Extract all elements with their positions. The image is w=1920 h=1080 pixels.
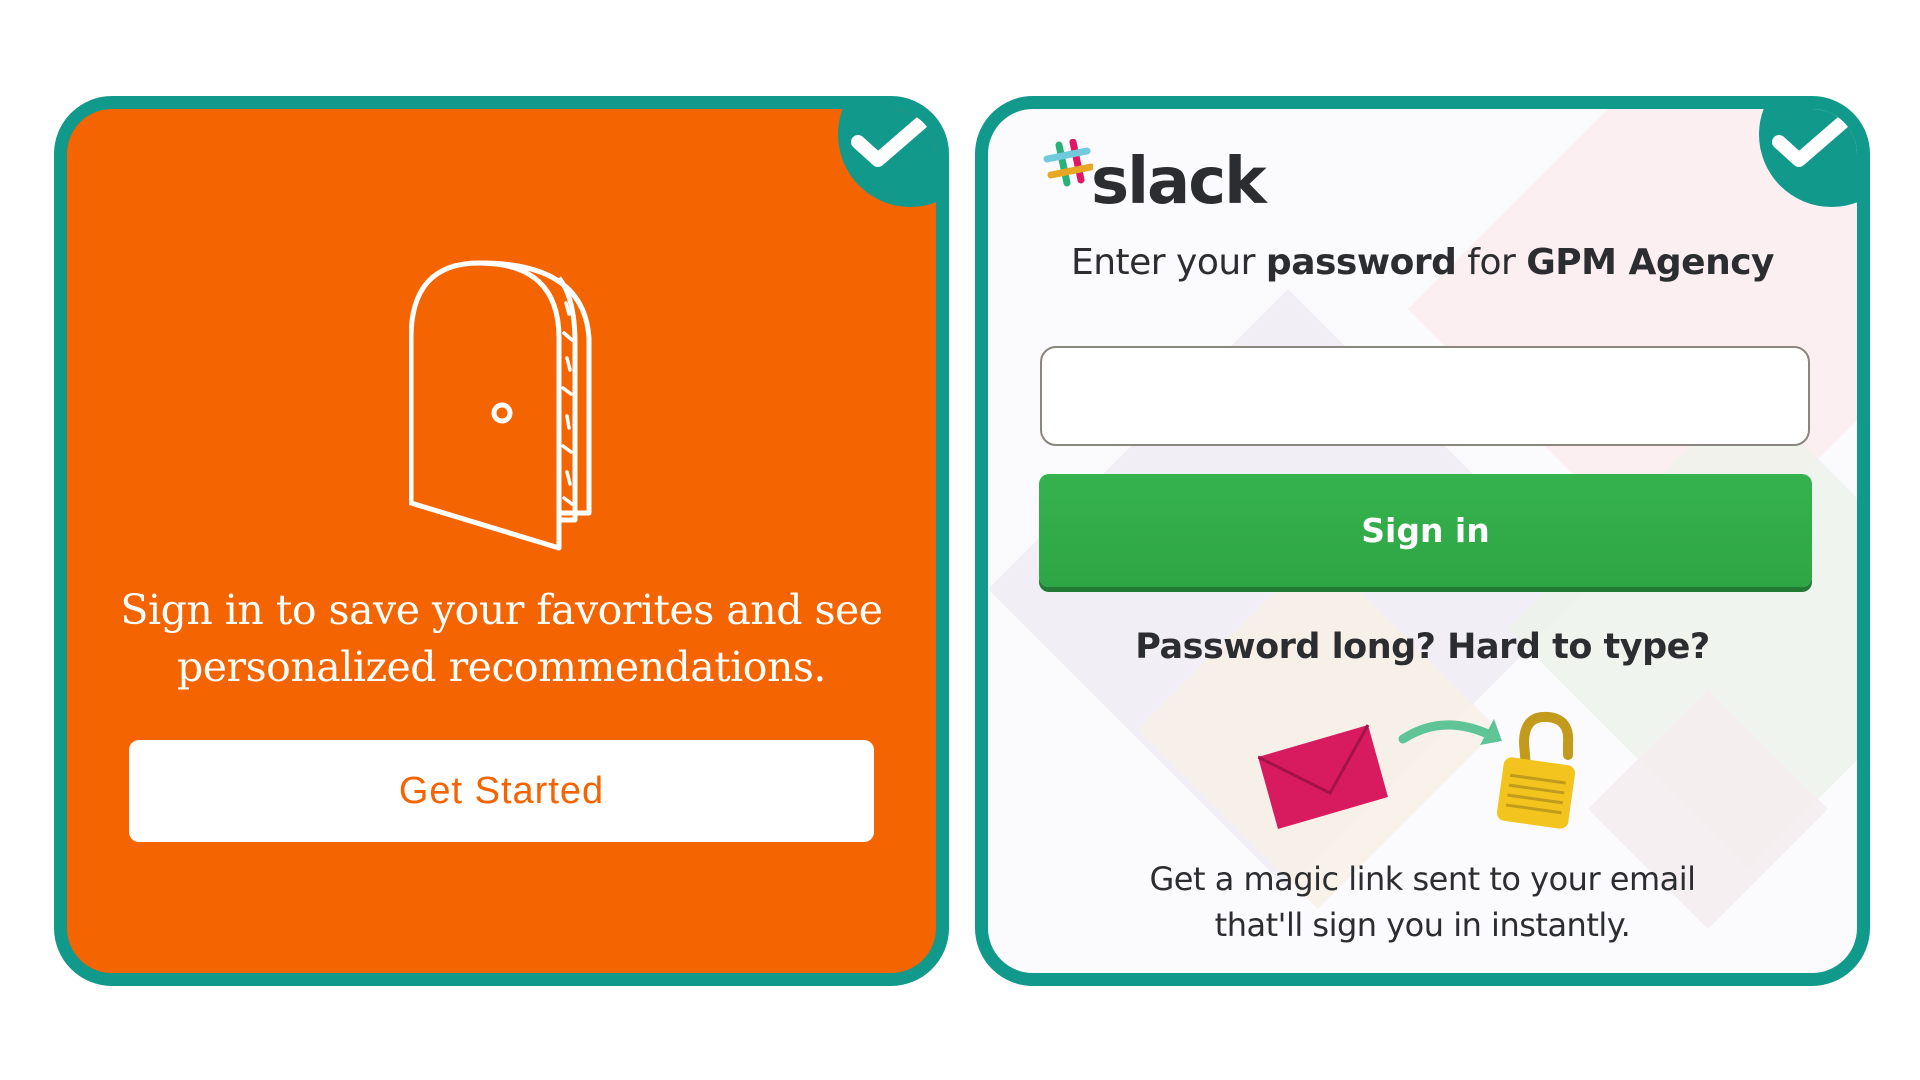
checkmark-icon: [1772, 115, 1850, 167]
magic-text-line-2: that'll sign you in instantly.: [1214, 906, 1631, 944]
slack-logo-icon: [1043, 139, 1093, 187]
heading-text-workspace: GPM Agency: [1526, 242, 1775, 283]
arrow-icon: [1398, 719, 1502, 745]
password-input[interactable]: [1040, 346, 1810, 446]
slack-wordmark: slack: [1091, 145, 1267, 219]
check-badge: [838, 109, 936, 207]
heading-text-3: for: [1456, 242, 1527, 283]
envelope-icon: [1258, 724, 1388, 829]
sign-in-button[interactable]: Sign in: [1039, 474, 1812, 587]
door-icon: [409, 260, 592, 551]
magic-link-description: Get a magic link sent to your email that…: [988, 856, 1857, 948]
heading-text-1: Enter your: [1070, 242, 1266, 283]
promo-message: Sign in to save your favorites and see p…: [120, 586, 883, 691]
unlocked-padlock-icon: [1496, 711, 1576, 829]
get-started-button[interactable]: Get Started: [129, 740, 874, 842]
heading-text-password: password: [1265, 242, 1457, 283]
slack-signin-card: slack Enter your password for GPM Agency…: [975, 96, 1870, 986]
magic-text-line-1: Get a magic link sent to your email: [1149, 860, 1696, 898]
password-help-heading: Password long? Hard to type?: [1135, 627, 1710, 667]
magic-link-illustration: [1258, 711, 1576, 829]
password-heading: Enter your password for GPM Agency: [988, 242, 1857, 283]
left-signin-card: Sign in to save your favorites and see p…: [54, 96, 949, 986]
checkmark-icon: [851, 115, 929, 167]
